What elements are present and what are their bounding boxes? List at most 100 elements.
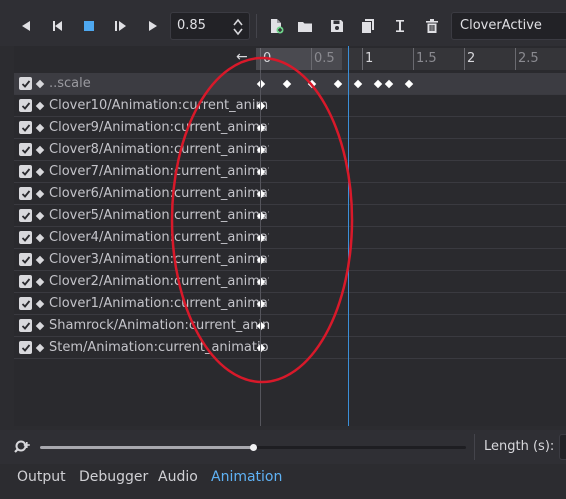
keyframe[interactable] <box>307 79 317 89</box>
track-label: Clover2/Animation:current_animation <box>49 274 269 289</box>
track-row[interactable]: Stem/Animation:current_animation <box>14 337 566 359</box>
checkmark-icon <box>21 101 30 110</box>
text-cursor-icon <box>396 20 404 32</box>
track-row[interactable]: Shamrock/Animation:current_animation <box>14 315 566 337</box>
track-label: Clover1/Animation:current_animation <box>49 296 269 311</box>
position-spinbox[interactable] <box>170 12 250 40</box>
track-type-icon <box>35 233 45 243</box>
tab-debugger[interactable]: Debugger <box>79 469 148 485</box>
track-row-scale[interactable]: ..scale <box>14 73 566 95</box>
animation-select[interactable]: CloverActive <box>451 12 566 40</box>
track-row[interactable]: Clover6/Animation:current_animation <box>14 183 566 205</box>
track-enable-checkbox[interactable] <box>19 165 32 178</box>
checkmark-icon <box>21 343 30 352</box>
zoom-icon <box>14 440 30 453</box>
track-type-icon <box>35 189 45 199</box>
track-enable-checkbox[interactable] <box>19 341 32 354</box>
zoom-slider-grabber[interactable] <box>250 444 257 451</box>
trash-icon <box>426 19 438 33</box>
track-enable-checkbox[interactable] <box>19 77 32 90</box>
tab-animation[interactable]: Animation <box>211 469 282 485</box>
track-label: Clover4/Animation:current_animation <box>49 230 269 245</box>
track-row[interactable]: Clover8/Animation:current_animation <box>14 139 566 161</box>
track-enable-checkbox[interactable] <box>19 231 32 244</box>
track-enable-checkbox[interactable] <box>19 121 32 134</box>
playhead[interactable] <box>347 46 349 426</box>
track-row[interactable]: Clover7/Animation:current_animation <box>14 161 566 183</box>
track-row[interactable]: Clover2/Animation:current_animation <box>14 271 566 293</box>
new-animation-button[interactable] <box>264 14 288 38</box>
track-label: ..scale <box>49 76 91 91</box>
play-button[interactable] <box>141 14 165 38</box>
keyframe[interactable] <box>282 79 291 89</box>
play-from-start-icon <box>115 21 126 31</box>
track-label: Shamrock/Animation:current_animation <box>49 318 269 333</box>
track-row[interactable]: Clover1/Animation:current_animation <box>14 293 566 315</box>
track-enable-checkbox[interactable] <box>19 209 32 222</box>
track-enable-checkbox[interactable] <box>19 99 32 112</box>
track-row[interactable]: Clover9/Animation:current_animation <box>14 117 566 139</box>
checkmark-icon <box>21 255 30 264</box>
zoom-slider-fill <box>40 446 253 449</box>
zoom-slider[interactable] <box>40 444 466 451</box>
track-row[interactable]: Clover5/Animation:current_animation <box>14 205 566 227</box>
remove-animation-button[interactable] <box>420 14 444 38</box>
bottom-panel-tabs: Output Debugger Audio Animation <box>0 464 566 499</box>
track-type-icon <box>35 343 45 353</box>
stop-button[interactable] <box>77 14 101 38</box>
ruler-label: 0 <box>263 51 272 66</box>
track-row[interactable]: Clover4/Animation:current_animation <box>14 227 566 249</box>
stop-icon <box>84 21 94 31</box>
keyframe[interactable] <box>333 79 342 89</box>
track-enable-checkbox[interactable] <box>19 297 32 310</box>
checkmark-icon <box>21 321 30 330</box>
track-enable-checkbox[interactable] <box>19 143 32 156</box>
timeline-zero-line <box>260 70 261 426</box>
track-enable-checkbox[interactable] <box>19 187 32 200</box>
timeline-ruler[interactable]: 00.511.522.53 <box>256 48 566 70</box>
tab-output[interactable]: Output <box>17 469 66 485</box>
checkmark-icon <box>21 167 30 176</box>
keyframe[interactable] <box>384 79 393 89</box>
play-from-start-button[interactable] <box>109 14 133 38</box>
track-type-icon <box>35 277 45 287</box>
track-enable-checkbox[interactable] <box>19 319 32 332</box>
animation-toolbar: CloverActive <box>0 0 566 46</box>
keyframe[interactable] <box>353 79 363 89</box>
ruler-label: 1.5 <box>416 51 437 66</box>
checkmark-icon <box>21 123 30 132</box>
track-label: Clover3/Animation:current_animation <box>49 252 269 267</box>
track-type-icon <box>35 211 45 221</box>
keyframe[interactable] <box>404 79 414 89</box>
keyframe[interactable] <box>374 79 383 89</box>
track-type-icon <box>35 321 45 331</box>
length-label: Length (s): <box>484 439 555 454</box>
back-arrow-icon[interactable]: ← <box>236 49 248 65</box>
track-label: Clover8/Animation:current_animation <box>49 142 269 157</box>
length-input[interactable] <box>559 434 566 460</box>
ruler-label: 2.5 <box>518 51 539 66</box>
zoom-separator <box>474 434 475 460</box>
load-animation-button[interactable] <box>293 14 317 38</box>
checkmark-icon <box>21 145 30 154</box>
play-backwards-from-end-button[interactable] <box>14 14 38 38</box>
save-animation-button[interactable] <box>325 14 349 38</box>
track-type-icon <box>35 299 45 309</box>
ruler-tick <box>464 48 465 70</box>
ruler-tick <box>362 48 363 70</box>
track-row[interactable]: Clover3/Animation:current_animation <box>14 249 566 271</box>
track-editor-panel: ← 00.511.522.53 ..scaleClover10/Animatio… <box>14 46 566 426</box>
tab-audio[interactable]: Audio <box>158 469 198 485</box>
track-type-icon <box>35 145 45 155</box>
position-input[interactable] <box>177 18 229 33</box>
ruler-label: 0.5 <box>314 51 335 66</box>
track-enable-checkbox[interactable] <box>19 253 32 266</box>
rename-animation-button[interactable] <box>388 14 412 38</box>
checkmark-icon <box>21 277 30 286</box>
track-enable-checkbox[interactable] <box>19 275 32 288</box>
play-backwards-button[interactable] <box>46 14 70 38</box>
new-animation-icon <box>271 19 284 34</box>
track-row[interactable]: Clover10/Animation:current_animation <box>14 95 566 117</box>
duplicate-animation-button[interactable] <box>356 14 380 38</box>
spin-arrows-icon[interactable] <box>232 17 244 37</box>
